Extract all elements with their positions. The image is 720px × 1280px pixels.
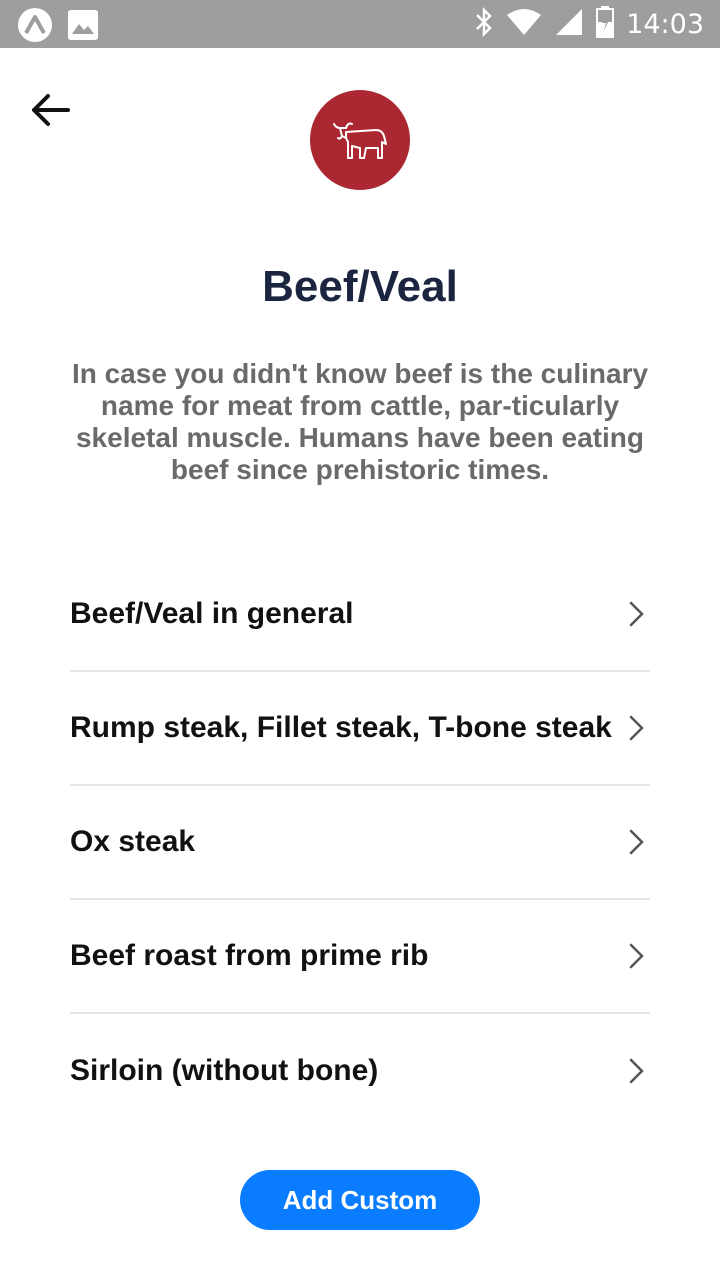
image-icon (68, 10, 98, 40)
list-item[interactable]: Beef roast from prime rib (70, 900, 650, 1014)
list-item-label: Beef/Veal in general (70, 597, 354, 630)
list-item-label: Sirloin (without bone) (70, 1054, 379, 1087)
list-item[interactable]: Ox steak (70, 786, 650, 900)
back-arrow-icon (32, 94, 70, 126)
bluetooth-icon (474, 6, 494, 42)
category-description: In case you didn't know beef is the culi… (71, 358, 649, 485)
list-item-label: Beef roast from prime rib (70, 939, 429, 972)
wifi-icon (506, 7, 542, 42)
chevron-right-icon (629, 715, 644, 741)
list-item[interactable]: Rump steak, Fillet steak, T-bone steak (70, 672, 650, 786)
list-item-label: Rump steak, Fillet steak, T-bone steak (70, 711, 612, 744)
chevron-right-icon (629, 829, 644, 855)
list-item[interactable]: Sirloin (without bone) (70, 1014, 650, 1128)
status-time: 14:03 (626, 8, 704, 40)
battery-icon (596, 5, 615, 43)
add-custom-button[interactable]: Add Custom (240, 1170, 480, 1230)
chevron-right-icon (629, 601, 644, 627)
status-bar: 14:03 (0, 0, 720, 48)
category-logo (310, 90, 410, 190)
back-button[interactable] (24, 86, 76, 134)
signal-icon (554, 7, 584, 42)
subcategory-list: Beef/Veal in general Rump steak, Fillet … (70, 558, 650, 1128)
cow-icon (333, 122, 387, 159)
page-title: Beef/Veal (262, 262, 458, 311)
chevron-right-icon (629, 1058, 644, 1084)
list-item[interactable]: Beef/Veal in general (70, 558, 650, 672)
app-a-icon (18, 8, 52, 42)
list-item-label: Ox steak (70, 825, 196, 858)
chevron-right-icon (629, 943, 644, 969)
